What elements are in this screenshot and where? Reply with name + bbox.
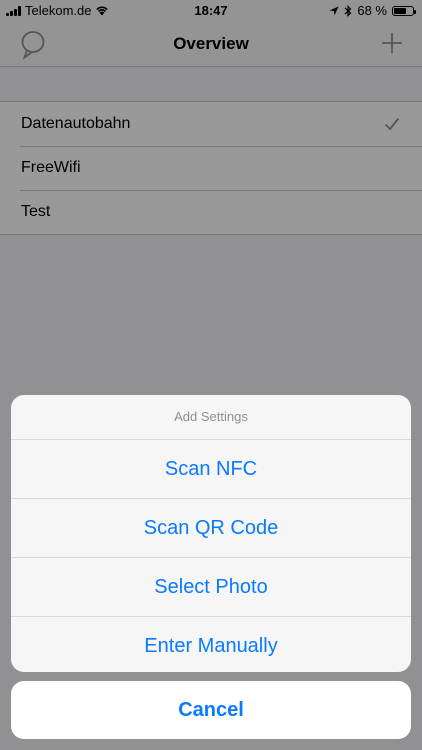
scan-nfc-button[interactable]: Scan NFC [11, 440, 411, 499]
scan-qr-code-button[interactable]: Scan QR Code [11, 499, 411, 558]
action-sheet: Add Settings Scan NFC Scan QR Code Selec… [11, 395, 411, 672]
select-photo-button[interactable]: Select Photo [11, 558, 411, 617]
action-sheet-title: Add Settings [11, 395, 411, 440]
enter-manually-button[interactable]: Enter Manually [11, 617, 411, 672]
cancel-button[interactable]: Cancel [11, 681, 411, 739]
